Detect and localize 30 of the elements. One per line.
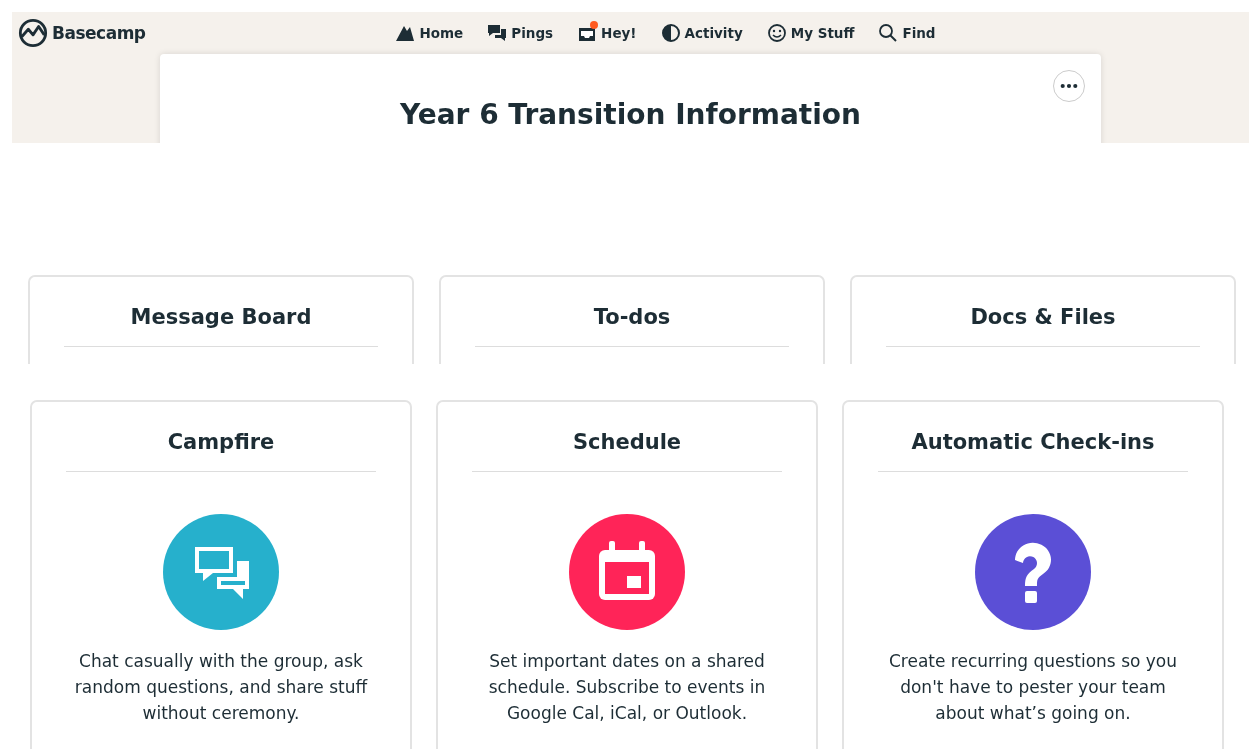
tool-description: Chat casually with the group, ask random questions, and share stuff without ceremony. (73, 650, 369, 725)
basecamp-logo[interactable]: Basecamp (18, 18, 146, 48)
tool-card[interactable]: Campfire Chat casually with the group, ask random questions, and share stuff without ceremony. (30, 400, 412, 749)
tool-title: Automatic Check-ins (910, 429, 1156, 454)
tool-card[interactable]: Docs & Files (850, 275, 1236, 364)
tool-card[interactable]: Schedule Set important dates on a shared schedule. Subscribe to events in Google Cal, iCal, or Outlook. (436, 400, 818, 749)
more-button[interactable] (1053, 70, 1085, 102)
ellipsis-icon (1060, 83, 1078, 89)
chat-icon (487, 23, 508, 43)
half-moon-icon (660, 23, 681, 43)
nav-link[interactable]: Hey! (577, 23, 637, 43)
tool-card[interactable]: Automatic Check-ins Create recurring questions so you don't have to pester your team about what’s going on. (842, 400, 1224, 749)
tool-title: Campfire (166, 429, 276, 454)
project-title: Year 6 Transition Information (399, 97, 862, 131)
tool-description: Set important dates on a shared schedule. Subscribe to events in Google Cal, iCal, or Outlook. (487, 650, 767, 725)
nav-link[interactable]: Home (395, 23, 464, 43)
nav-link[interactable]: Find (878, 23, 936, 43)
nav-link[interactable]: Pings (487, 23, 554, 43)
logo-icon (18, 18, 48, 48)
tool-card[interactable]: To-dos (439, 275, 825, 364)
tool-card[interactable]: Message Board (28, 275, 414, 364)
tool-title: Docs & Files (969, 304, 1117, 329)
tool-title: Message Board (129, 304, 313, 329)
search-icon (878, 23, 899, 43)
tool-title: Schedule (571, 429, 683, 454)
nav-link[interactable]: Activity (660, 23, 743, 43)
tool-title: To-dos (592, 304, 672, 329)
tool-description: Create recurring questions so you don't have to pester your team about what’s going on. (887, 650, 1179, 725)
smiley-icon (766, 23, 787, 43)
nav-link[interactable]: My Stuff (766, 23, 855, 43)
